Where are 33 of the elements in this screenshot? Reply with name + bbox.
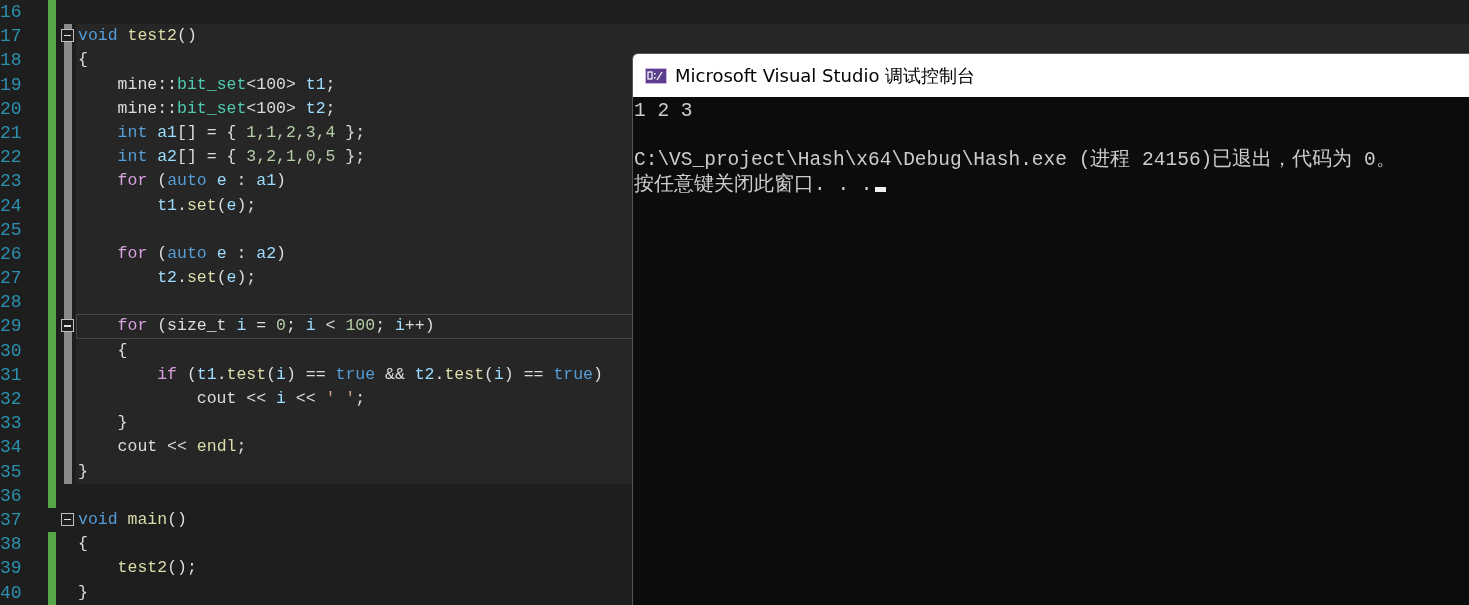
line-number: 23 [0,170,23,194]
line-number: 18 [0,49,23,73]
line-number: 36 [0,484,23,508]
code-line: test2(); [116,557,198,580]
line-number: 27 [0,267,23,291]
code-line: } [77,581,89,604]
code-line: void main() [77,508,188,531]
line-number: 26 [0,242,23,266]
line-number: 30 [0,339,23,363]
line-number: 39 [0,557,23,581]
line-number: 35 [0,460,23,484]
collapse-icon[interactable] [61,319,74,333]
line-number: 37 [0,508,23,532]
line-number: 28 [0,291,23,315]
line-number: 31 [0,363,23,387]
line-number: 24 [0,194,23,218]
line-number: 22 [0,146,23,170]
line-number: 29 [0,315,23,339]
line-number: 25 [0,218,23,242]
line-number: 34 [0,436,23,460]
line-number: 17 [0,25,23,49]
line-number: 40 [0,581,23,605]
line-number: 33 [0,412,23,436]
line-number: 19 [0,73,23,97]
console-app-icon [645,67,667,84]
collapse-icon[interactable] [61,512,74,526]
line-number: 32 [0,388,23,411]
collapse-icon[interactable] [61,29,74,43]
code-line: { [77,533,89,556]
line-number: 38 [0,533,23,557]
line-number: 21 [0,121,23,145]
line-number: 20 [0,97,23,121]
line-number: 16 [0,1,23,24]
